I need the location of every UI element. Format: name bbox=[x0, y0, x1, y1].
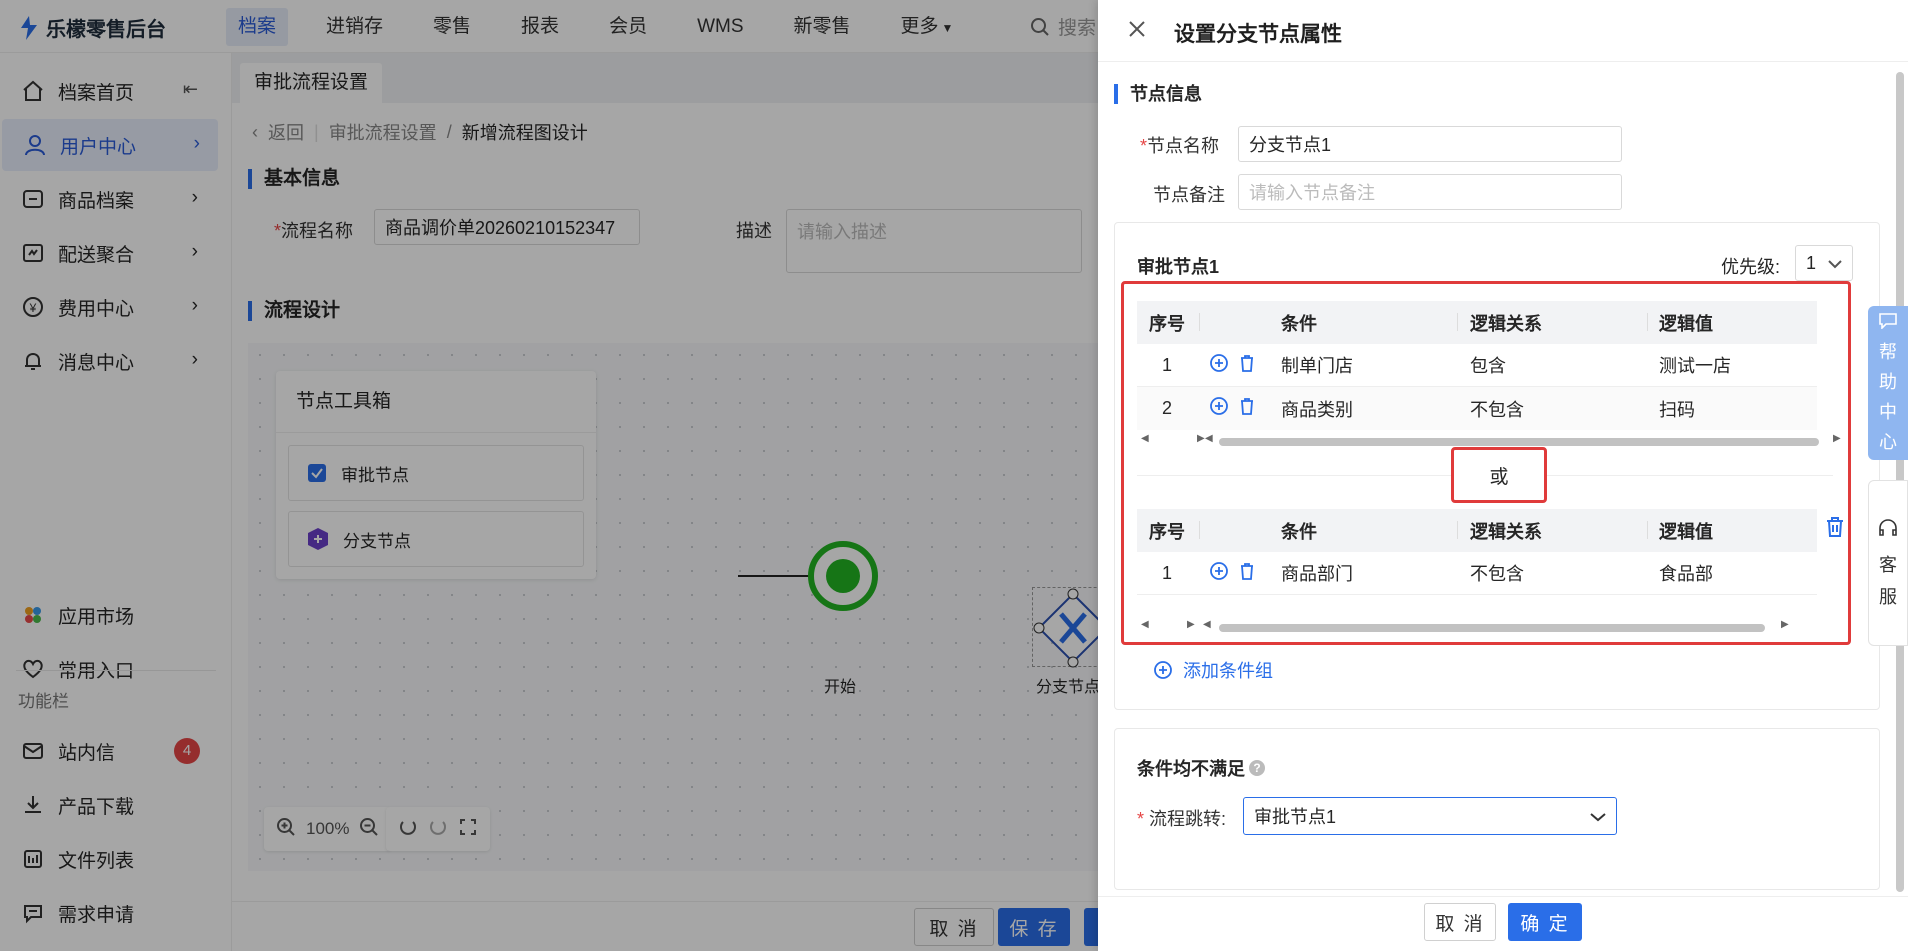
add-condition-group-button[interactable]: 添加条件组 bbox=[1153, 657, 1273, 683]
chat-icon bbox=[1879, 312, 1897, 334]
customer-service-tab[interactable]: 客 服 bbox=[1868, 480, 1908, 646]
close-icon[interactable] bbox=[1126, 18, 1148, 45]
help-char: 帮 bbox=[1879, 341, 1897, 362]
fallback-title-text: 条件均不满足 bbox=[1137, 759, 1245, 779]
headset-icon bbox=[1877, 518, 1899, 545]
service-char: 服 bbox=[1879, 586, 1897, 607]
branch-condition-card: 审批节点1 优先级: 1 序号 条件 逻辑关系 逻辑值 1 制单门店 包含 测试… bbox=[1114, 222, 1880, 710]
add-condition-group-label: 添加条件组 bbox=[1183, 661, 1273, 681]
add-circle-icon bbox=[1154, 661, 1172, 679]
fallback-title: 条件均不满足 ? bbox=[1137, 755, 1265, 781]
drawer-header: 设置分支节点属性 bbox=[1098, 0, 1908, 62]
drawer-footer: 取 消 确 定 bbox=[1098, 896, 1908, 951]
node-name-input[interactable]: 分支节点1 bbox=[1238, 126, 1622, 162]
service-char: 客 bbox=[1879, 554, 1897, 575]
node-remark-input[interactable]: 请输入节点备注 bbox=[1238, 174, 1622, 210]
fallback-card: 条件均不满足 ? * 流程跳转: 审批节点1 bbox=[1114, 728, 1880, 890]
drawer-title: 设置分支节点属性 bbox=[1174, 23, 1342, 46]
priority-select[interactable]: 1 bbox=[1795, 245, 1853, 281]
node-name-value: 分支节点1 bbox=[1249, 135, 1332, 155]
jump-label: * 流程跳转: bbox=[1137, 805, 1226, 831]
help-char: 中 bbox=[1879, 401, 1897, 422]
chevron-down-icon bbox=[1590, 806, 1606, 827]
jump-target-select[interactable]: 审批节点1 bbox=[1243, 797, 1617, 835]
highlight-box bbox=[1121, 281, 1851, 645]
node-remark-label: 节点备注 bbox=[1153, 185, 1225, 205]
branch-properties-drawer: 设置分支节点属性 节点信息 *节点名称 分支节点1 节点备注 请输入节点备注 审… bbox=[1098, 0, 1908, 951]
required-mark: * bbox=[1140, 136, 1148, 156]
jump-target-value: 审批节点1 bbox=[1254, 807, 1337, 827]
chevron-down-icon bbox=[1828, 253, 1842, 274]
modal-mask[interactable] bbox=[0, 0, 1098, 951]
help-char: 助 bbox=[1879, 371, 1897, 392]
drawer-cancel-button[interactable]: 取 消 bbox=[1424, 903, 1496, 941]
node-name-label: *节点名称 bbox=[1140, 132, 1219, 158]
required-mark: * bbox=[1137, 809, 1150, 829]
node-info-title: 节点信息 bbox=[1114, 84, 1202, 104]
branch-target-title: 审批节点1 bbox=[1137, 257, 1220, 277]
node-name-label-text: 节点名称 bbox=[1147, 136, 1220, 156]
priority-label: 优先级: bbox=[1721, 257, 1781, 277]
priority-value: 1 bbox=[1806, 252, 1817, 273]
jump-label-text: 流程跳转: bbox=[1149, 809, 1227, 829]
help-center-tab[interactable]: 帮 助 中 心 bbox=[1868, 306, 1908, 460]
help-icon[interactable]: ? bbox=[1249, 760, 1265, 776]
drawer-confirm-button[interactable]: 确 定 bbox=[1508, 903, 1582, 941]
help-char: 心 bbox=[1879, 431, 1897, 452]
app-root: 乐檬零售后台 档案 进销存 零售 报表 会员 WMS 新零售 更多 ▼ 搜索 档案… bbox=[0, 0, 1908, 951]
node-remark-placeholder: 请输入节点备注 bbox=[1249, 183, 1375, 203]
